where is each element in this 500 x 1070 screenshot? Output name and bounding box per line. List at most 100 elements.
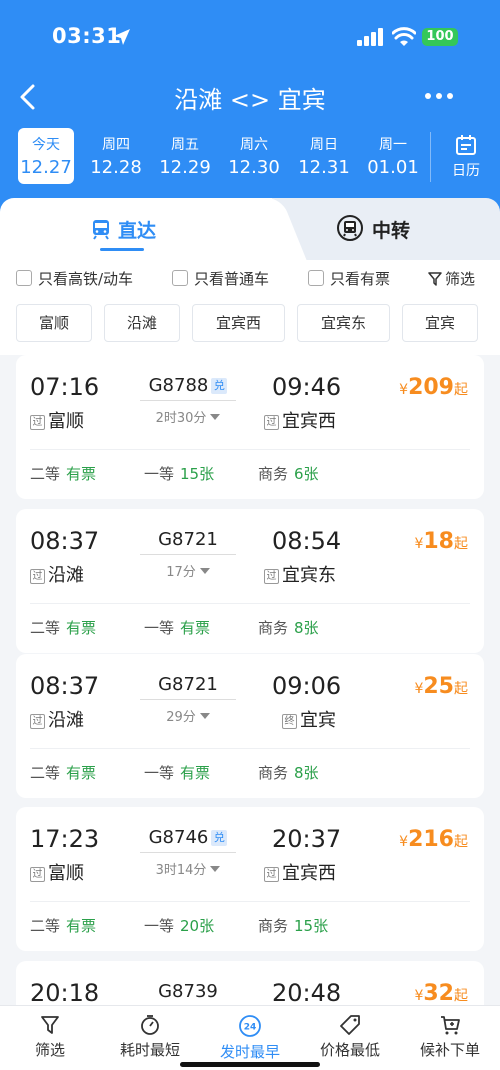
seat-class: 二等 [30,764,61,782]
pass-tag: 过 [264,569,279,584]
seat-class: 商务 [258,917,289,935]
seat-availability: 15张 [180,465,215,483]
status-time: 03:31 [52,24,122,48]
duration[interactable]: 29分 [136,706,240,725]
departure-station-name: 沿滩 [48,565,84,586]
date-weekday: 今天 [32,137,60,153]
duration-text: 2时30分 [155,411,207,426]
tab-active-indicator [100,248,144,251]
filter-area: 只看高铁/动车 只看普通车 只看有票 筛选 富顺 沿滩 宜宾西 宜宾东 宜宾 [0,260,500,355]
bottom-label: 耗时最短 [119,1041,180,1059]
pass-tag: 过 [30,569,45,584]
seat-first-class: 一等 有票 [144,762,210,783]
battery-indicator: 100 [422,28,458,46]
price-value: 18 [423,529,454,554]
more-icon[interactable] [424,90,454,102]
funnel-icon [41,1016,59,1034]
station-chip[interactable]: 富顺 [16,304,92,342]
divider [30,449,470,450]
dropdown-triangle-icon [199,568,210,574]
filter-button-label: 筛选 [445,270,476,288]
price-suffix: 起 [454,681,468,697]
seat-second-class: 二等 有票 [30,762,96,783]
departure-time: 20:18 [30,979,100,1005]
train-card[interactable]: 08:37 过沿滩 G8721 29分 09:06 终宜宾 ¥25起 二等 有票 … [16,654,484,798]
train-card[interactable]: 07:16 过富顺 G8788 兑 2时30分 09:46 过宜宾西 ¥209起 … [16,355,484,499]
exchange-badge: 兑 [211,378,228,394]
train-icon [93,220,109,240]
station-chip[interactable]: 沿滩 [104,304,180,342]
seat-second-class: 二等 有票 [30,617,96,638]
seat-first-class: 一等 15张 [144,463,214,484]
duration[interactable]: 3时14分 [136,859,240,878]
arrival-station: 终宜宾 [282,706,336,732]
station-chip[interactable]: 宜宾 [402,304,478,342]
duration[interactable]: 17分 [136,561,240,580]
filter-available-checkbox[interactable]: 只看有票 [308,268,390,290]
seat-class: 一等 [144,764,175,782]
bottom-sort-bar: 筛选 耗时最短 24 发时最早 价格最低 候补下单 [0,1005,500,1070]
seat-availability: 有票 [66,619,97,637]
calendar-button[interactable]: 日历 [440,128,492,184]
train-number-text: G8788 [148,375,209,396]
train-card[interactable]: 17:23 过富顺 G8746 兑 3时14分 20:37 过宜宾西 ¥216起 … [16,807,484,951]
cellular-signal-icon [357,28,383,46]
route-line [140,699,236,700]
price: ¥216起 [399,827,468,852]
dropdown-triangle-icon [210,866,221,872]
seat-second-class: 二等 有票 [30,915,96,936]
date-value: 12.28 [90,157,142,178]
filter-regular-checkbox[interactable]: 只看普通车 [172,268,269,290]
seat-class: 商务 [258,619,289,637]
arrival-time: 20:37 [272,825,342,853]
date-item-today[interactable]: 今天 12.27 [18,128,74,184]
date-item[interactable]: 周四 12.28 [88,128,144,184]
departure-station: 过沿滩 [30,706,84,732]
seat-class: 二等 [30,619,61,637]
duration[interactable]: 2时30分 [136,407,240,426]
date-weekday: 周日 [310,137,338,153]
date-item[interactable]: 周日 12.31 [296,128,352,184]
status-bar: 03:31 100 [0,18,500,58]
seat-availability: 有票 [66,764,97,782]
departure-station-name: 富顺 [48,863,84,884]
train-number-text: G8721 [158,674,218,695]
date-value: 01.01 [367,157,419,178]
price: ¥32起 [414,981,468,1005]
station-chip[interactable]: 宜宾东 [297,304,390,342]
cart-icon [441,1016,460,1035]
currency-symbol: ¥ [399,382,409,398]
departure-station-name: 沿滩 [48,710,84,731]
bottom-label: 发时最早 [219,1043,280,1061]
price-suffix: 起 [454,834,468,850]
seat-class: 一等 [144,465,175,483]
terminal-tag: 终 [282,714,297,729]
departure-station: 过富顺 [30,859,84,885]
sort-cheapest-button[interactable]: 价格最低 [312,1014,388,1060]
location-arrow-icon [114,29,130,45]
date-selector: 今天 12.27 周四 12.28 周五 12.29 周六 12.30 周日 1… [0,128,500,188]
price: ¥209起 [399,375,468,400]
sort-earliest-button[interactable]: 24 发时最早 [212,1014,288,1062]
station-chip[interactable]: 宜宾西 [192,304,285,342]
train-number-text: G8721 [158,529,218,550]
train-number-text: G8746 [148,827,209,848]
divider [430,132,431,182]
train-card[interactable]: 08:37 过沿滩 G8721 17分 08:54 过宜宾东 ¥18起 二等 有票… [16,509,484,653]
filter-button[interactable]: 筛选 [428,268,475,289]
train-card[interactable]: 20:18 G8739 20:48 ¥32起 [16,961,484,1005]
train-number: G8788 兑 [136,375,240,396]
filter-high-speed-checkbox[interactable]: 只看高铁/动车 [16,268,133,290]
seat-business-class: 商务 15张 [258,915,328,936]
date-item[interactable]: 周六 12.30 [226,128,282,184]
waitlist-order-button[interactable]: 候补下单 [412,1014,488,1060]
date-item[interactable]: 周五 12.29 [157,128,213,184]
bottom-filter-button[interactable]: 筛选 [22,1014,78,1060]
seat-availability: 8张 [294,764,319,782]
checkbox-icon [16,270,32,286]
train-list: 07:16 过富顺 G8788 兑 2时30分 09:46 过宜宾西 ¥209起 … [0,355,500,1005]
train-number-text: G8739 [158,981,218,1002]
tab-direct[interactable]: 直达 [0,198,272,260]
sort-shortest-button[interactable]: 耗时最短 [112,1014,188,1060]
date-item[interactable]: 周一 01.01 [365,128,421,184]
